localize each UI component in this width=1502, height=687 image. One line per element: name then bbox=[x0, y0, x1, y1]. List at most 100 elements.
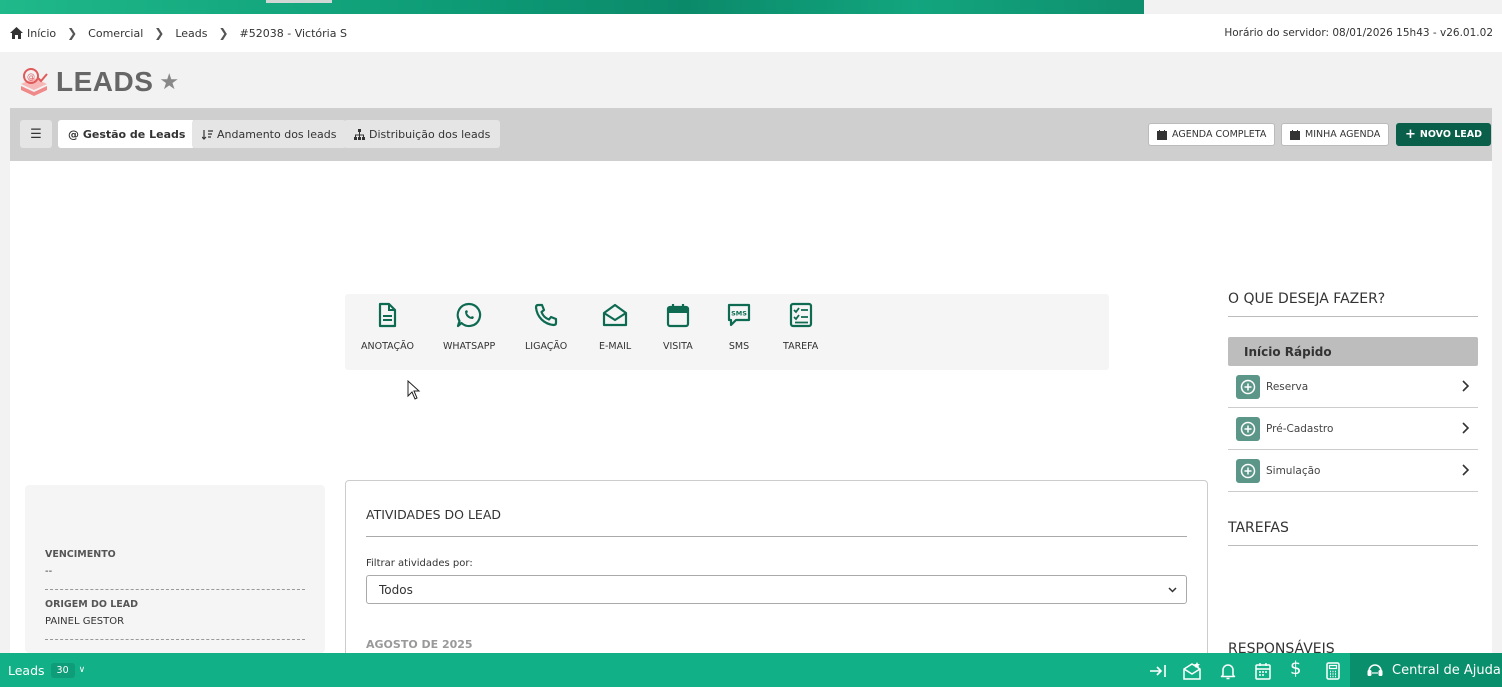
field-vencimento: VENCIMENTO -- bbox=[45, 549, 305, 590]
tab-distribuicao-dos-leads[interactable]: Distribuição dos leads bbox=[344, 120, 501, 148]
chevron-right-icon: ❯ bbox=[154, 26, 165, 40]
dollar-icon[interactable]: $ bbox=[1290, 658, 1301, 679]
origem-label: ORIGEM DO LEAD bbox=[45, 599, 139, 610]
origem-value: PAINEL GESTOR bbox=[45, 616, 125, 627]
svg-text:@: @ bbox=[27, 72, 35, 81]
action-ligacao[interactable]: LIGAÇÃO bbox=[525, 302, 567, 352]
leads-logo-icon: @ bbox=[21, 68, 48, 96]
file-icon bbox=[379, 302, 397, 328]
breadcrumb-comercial[interactable]: Comercial bbox=[88, 27, 143, 40]
sms-icon: SMS bbox=[727, 303, 751, 327]
page-header: @ LEADS ★ bbox=[18, 66, 179, 98]
action-sms[interactable]: SMS SMS bbox=[726, 302, 752, 352]
breadcrumb-home[interactable]: Início bbox=[10, 27, 56, 40]
filter-label: Filtrar atividades por: bbox=[366, 558, 473, 569]
activity-filter-value: Todos bbox=[379, 582, 413, 597]
action-whatsapp-label: WHATSAPP bbox=[443, 341, 496, 352]
calendar-icon bbox=[1290, 129, 1300, 140]
breadcrumb-home-label: Início bbox=[27, 26, 57, 40]
central-de-ajuda-button[interactable]: Central de Ajuda bbox=[1350, 653, 1502, 687]
bottom-leads-label[interactable]: Leads bbox=[8, 663, 45, 678]
tab-andamento-label: Andamento dos leads bbox=[217, 127, 337, 141]
quick-item-pre-cadastro[interactable]: Pré-Cadastro bbox=[1228, 408, 1478, 450]
menu-button[interactable]: ☰ bbox=[20, 120, 52, 148]
calculator-icon[interactable] bbox=[1323, 661, 1343, 681]
action-visita[interactable]: VISITA bbox=[663, 302, 693, 352]
bottom-bar: Leads 30 ∨ $ Central de Ajuda bbox=[0, 653, 1502, 687]
bottom-leads-count: 30 bbox=[50, 662, 75, 678]
breadcrumb-leads[interactable]: Leads bbox=[175, 27, 207, 40]
lead-details-card: VENCIMENTO -- ORIGEM DO LEAD PAINEL GEST… bbox=[25, 485, 325, 653]
minha-agenda-label: MINHA AGENDA bbox=[1305, 129, 1381, 140]
chevron-right-icon: ❯ bbox=[67, 26, 78, 40]
hamburger-icon: ☰ bbox=[30, 126, 42, 142]
checklist-icon bbox=[789, 302, 812, 328]
calendar-icon[interactable] bbox=[1253, 661, 1273, 681]
action-ligacao-label: LIGAÇÃO bbox=[525, 341, 568, 352]
minha-agenda-button[interactable]: MINHA AGENDA bbox=[1281, 123, 1390, 146]
chevron-right-icon bbox=[1462, 464, 1470, 476]
central-de-ajuda-label: Central de Ajuda bbox=[1392, 662, 1501, 678]
field-origem-do-lead: ORIGEM DO LEAD PAINEL GESTOR bbox=[45, 599, 305, 640]
sms-icon-badge: SMS bbox=[731, 310, 747, 318]
tab-distribuicao-label: Distribuição dos leads bbox=[369, 127, 491, 141]
tasks-title: TAREFAS bbox=[1228, 520, 1478, 546]
vencimento-value: -- bbox=[45, 566, 53, 577]
action-visita-label: VISITA bbox=[663, 341, 693, 352]
phone-icon bbox=[535, 303, 558, 327]
action-tarefa-label: TAREFA bbox=[783, 341, 819, 352]
action-anotacao-label: ANOTAÇÃO bbox=[361, 341, 414, 352]
lead-activities-panel: ATIVIDADES DO LEAD Filtrar atividades po… bbox=[345, 480, 1208, 680]
action-tarefa[interactable]: TAREFA bbox=[783, 302, 818, 352]
activity-filter-select[interactable]: Todos bbox=[366, 575, 1187, 604]
mouse-cursor-icon bbox=[407, 380, 421, 400]
mail-star-icon[interactable] bbox=[1182, 661, 1202, 681]
vencimento-label: VENCIMENTO bbox=[45, 549, 116, 560]
bell-icon[interactable] bbox=[1218, 661, 1238, 681]
chevron-right-icon: ❯ bbox=[218, 26, 229, 40]
home-icon bbox=[10, 27, 23, 39]
quick-item-simulacao-label: Simulação bbox=[1266, 464, 1321, 477]
whatsapp-icon bbox=[456, 302, 482, 328]
chevron-right-icon bbox=[1462, 422, 1470, 434]
tab-gestao-de-leads[interactable]: @ Gestão de Leads bbox=[58, 120, 196, 148]
action-email-label: E-MAIL bbox=[599, 341, 632, 352]
envelope-open-icon bbox=[603, 303, 628, 327]
agenda-completa-label: AGENDA COMPLETA bbox=[1172, 129, 1267, 140]
action-sms-label: SMS bbox=[728, 341, 750, 352]
sitemap-icon bbox=[354, 128, 365, 140]
tab-andamento-dos-leads[interactable]: Andamento dos leads bbox=[192, 120, 347, 148]
quick-item-simulacao[interactable]: Simulação bbox=[1228, 450, 1478, 492]
agenda-completa-button[interactable]: AGENDA COMPLETA bbox=[1148, 123, 1276, 146]
headset-icon bbox=[1367, 664, 1383, 676]
action-anotacao[interactable]: ANOTAÇÃO bbox=[361, 302, 414, 352]
tab-gestao-label: @ Gestão de Leads bbox=[68, 127, 186, 141]
action-whatsapp[interactable]: WHATSAPP bbox=[443, 302, 495, 352]
activities-title: ATIVIDADES DO LEAD bbox=[366, 507, 502, 522]
breadcrumb: Início ❯ Comercial ❯ Leads ❯ #52038 - Vi… bbox=[0, 14, 1502, 52]
plus-icon: + bbox=[1405, 127, 1416, 142]
sort-icon bbox=[202, 129, 213, 140]
favorite-star-icon[interactable]: ★ bbox=[159, 70, 179, 95]
chevron-right-icon bbox=[1462, 380, 1470, 392]
activity-month-header: AGOSTO DE 2025 bbox=[366, 638, 473, 651]
activities-divider bbox=[366, 536, 1187, 537]
chevron-down-icon bbox=[1168, 587, 1177, 593]
calendar-icon bbox=[1157, 129, 1167, 140]
plus-circle-icon bbox=[1236, 416, 1260, 441]
quick-start-header: Início Rápido bbox=[1228, 337, 1478, 366]
right-panel: O QUE DESEJA FAZER? Início Rápido Reserv… bbox=[1228, 291, 1478, 546]
breadcrumb-current-lead: #52038 - Victória S bbox=[239, 26, 347, 40]
page-title: LEADS bbox=[56, 66, 154, 97]
novo-lead-button[interactable]: + NOVO LEAD bbox=[1396, 123, 1492, 146]
action-email[interactable]: E-MAIL bbox=[599, 302, 631, 352]
plus-circle-icon bbox=[1236, 374, 1260, 399]
chevron-down-icon[interactable]: ∨ bbox=[79, 665, 86, 675]
quick-item-pre-cadastro-label: Pré-Cadastro bbox=[1266, 422, 1334, 435]
right-panel-title: O QUE DESEJA FAZER? bbox=[1228, 291, 1478, 317]
collapse-right-icon[interactable] bbox=[1148, 661, 1168, 681]
main-content: ANOTAÇÃO WHATSAPP LIGAÇÃO E-MAIL VISITA … bbox=[10, 161, 1492, 680]
quick-item-reserva[interactable]: Reserva bbox=[1228, 366, 1478, 408]
novo-lead-label: NOVO LEAD bbox=[1419, 129, 1483, 140]
calendar-icon bbox=[666, 304, 689, 328]
